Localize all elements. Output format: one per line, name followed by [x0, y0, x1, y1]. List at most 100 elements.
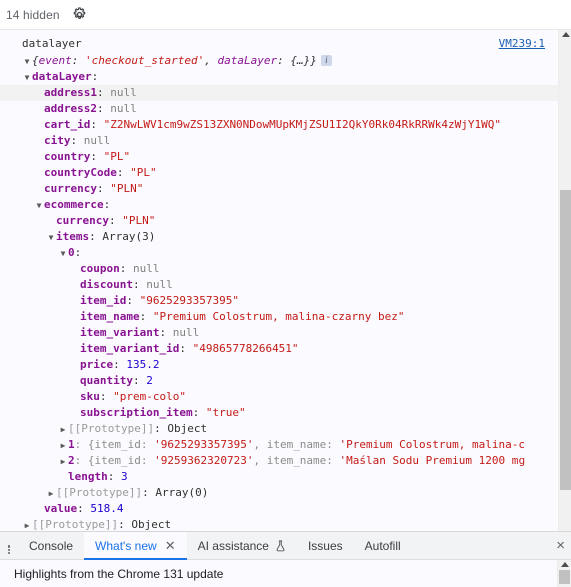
drawer-vertical-scrollbar[interactable] — [557, 560, 571, 587]
console-message: datalayer VM239:1 {event: 'checkout_star… — [0, 30, 571, 531]
object-property-row[interactable]: address2: null — [0, 101, 571, 117]
drawer-tabs: Console What's new ✕ AI assistance Issues Aut… — [18, 532, 412, 560]
property-value[interactable]: Object — [131, 518, 171, 531]
object-property-row[interactable]: [[Prototype]]: Object — [0, 517, 571, 531]
tab-what-s-new[interactable]: What's new ✕ — [84, 532, 187, 560]
chevron-down-icon[interactable] — [22, 53, 32, 70]
tab-issues[interactable]: Issues — [297, 532, 354, 559]
property-value: null — [172, 326, 200, 339]
property-separator: : — [142, 486, 156, 499]
object-property-rows: dataLayer:address1: nulladdress2: nullca… — [0, 69, 571, 437]
chevron-right-icon[interactable] — [58, 438, 68, 454]
object-property-row[interactable]: cart_id: "Z2NwLWV1cm9wZS13ZXN0NDowMUpKMj… — [0, 117, 571, 133]
property-value: 3 — [121, 470, 128, 483]
object-property-row[interactable]: items: Array(3) — [0, 229, 571, 245]
object-property-row[interactable]: address1: null — [0, 85, 571, 101]
object-property-row[interactable]: ecommerce: — [0, 197, 571, 213]
property-separator: : — [70, 134, 84, 147]
devtools-drawer: Console What's new ✕ AI assistance Issues Aut… — [0, 531, 571, 587]
tab-console[interactable]: Console — [18, 532, 84, 559]
object-property-row[interactable]: quantity: 2 — [0, 373, 571, 389]
info-badge-icon[interactable]: i — [320, 55, 332, 66]
object-summary-row[interactable]: {event: 'checkout_started', dataLayer: {… — [0, 52, 571, 69]
object-property-row[interactable]: coupon: null — [0, 261, 571, 277]
property-value: 2 — [146, 374, 153, 387]
drawer-scroll-up-arrow-icon[interactable] — [561, 562, 569, 567]
property-value[interactable]: Array(3) — [102, 230, 155, 243]
property-value[interactable]: Array(0) — [155, 486, 208, 499]
tab-ai-assistance[interactable]: AI assistance — [187, 532, 297, 559]
chevron-right-icon[interactable] — [58, 454, 68, 470]
more-options-icon[interactable] — [0, 532, 18, 559]
chevron-right-icon[interactable] — [22, 518, 32, 531]
summary-datalayer-value[interactable]: {…} — [290, 54, 310, 67]
scrollbar-thumb[interactable] — [560, 190, 571, 490]
tab-autofill[interactable]: Autofill — [354, 532, 412, 559]
object-property-row[interactable]: length: 3 — [0, 469, 571, 485]
chevron-right-icon[interactable] — [58, 422, 68, 438]
close-drawer-button[interactable]: × — [556, 532, 565, 559]
chevron-right-icon[interactable] — [46, 486, 56, 502]
object-property-row[interactable]: item_variant: null — [0, 325, 571, 341]
property-value: "Premium Colostrum, malina-czarny bez" — [152, 310, 405, 323]
object-property-row[interactable]: dataLayer: — [0, 69, 571, 85]
property-separator: : — [96, 102, 111, 115]
property-key: coupon — [80, 262, 120, 275]
summary-datalayer-key: dataLayer — [217, 54, 278, 67]
property-value: "PL" — [130, 166, 157, 179]
chevron-down-icon[interactable] — [58, 246, 68, 262]
object-property-row[interactable]: subscription_item: "true" — [0, 405, 571, 421]
drawer-scrollbar-thumb[interactable] — [559, 570, 570, 584]
property-value[interactable]: Object — [167, 422, 207, 435]
tab-label: AI assistance — [197, 538, 269, 553]
object-property-row[interactable]: currency: "PLN" — [0, 213, 571, 229]
object-tail-rows: length: 3[[Prototype]]: Array(0)value: 5… — [0, 469, 571, 531]
object-property-row[interactable]: price: 135.2 — [0, 357, 571, 373]
chevron-down-icon[interactable] — [34, 198, 44, 214]
object-property-row[interactable]: sku: "prem-colo" — [0, 389, 571, 405]
property-separator: : — [89, 230, 103, 243]
property-key: sku — [80, 390, 100, 403]
object-property-row[interactable]: discount: null — [0, 277, 571, 293]
gear-icon[interactable] — [70, 5, 90, 25]
chevron-down-icon[interactable] — [22, 70, 32, 86]
summary-open-brace: { — [32, 54, 39, 67]
property-key: ecommerce — [44, 198, 104, 211]
property-value: 518.4 — [90, 502, 124, 515]
object-property-row[interactable]: city: null — [0, 133, 571, 149]
property-key: quantity — [80, 374, 133, 387]
array-item-preview-row[interactable]: 1: {item_id: '9625293357395', item_name:… — [0, 437, 571, 453]
property-key: item_variant_id — [80, 342, 180, 355]
object-property-row[interactable]: 0: — [0, 245, 571, 261]
object-property-row[interactable]: currency: "PLN" — [0, 181, 571, 197]
property-value: "49865778266451" — [192, 342, 299, 355]
property-separator: : — [74, 246, 82, 259]
property-value: "PLN" — [110, 182, 144, 195]
object-property-row[interactable]: countryCode: "PL" — [0, 165, 571, 181]
console-output-area[interactable]: datalayer VM239:1 {event: 'checkout_star… — [0, 29, 571, 531]
array-index: 1 — [68, 438, 75, 451]
scroll-up-arrow-icon[interactable] — [562, 32, 570, 37]
more-options-dots — [8, 544, 10, 554]
object-property-row[interactable]: [[Prototype]]: Object — [0, 421, 571, 437]
object-property-row[interactable]: country: "PL" — [0, 149, 571, 165]
hidden-count-label: 14 hidden — [6, 7, 60, 22]
property-value: "Z2NwLWV1cm9wZS13ZXN0NDowMUpKMjZSU1I2QkY… — [103, 118, 501, 131]
property-key: countryCode — [44, 166, 117, 179]
hidden-messages-bar: 14 hidden — [0, 0, 571, 29]
property-key: length — [68, 470, 108, 483]
object-property-row[interactable]: item_name: "Premium Colostrum, malina-cz… — [0, 309, 571, 325]
object-property-row[interactable]: [[Prototype]]: Array(0) — [0, 485, 571, 501]
object-property-row[interactable]: value: 518.4 — [0, 501, 571, 517]
property-separator: : — [126, 294, 140, 307]
flask-icon — [275, 540, 286, 552]
chevron-down-icon[interactable] — [46, 230, 56, 246]
property-separator: : — [90, 118, 104, 131]
tab-close-icon[interactable]: ✕ — [165, 539, 176, 552]
console-vertical-scrollbar[interactable] — [558, 30, 571, 531]
source-link[interactable]: VM239:1 — [499, 35, 545, 52]
object-property-row[interactable]: item_variant_id: "49865778266451" — [0, 341, 571, 357]
property-value: "true" — [205, 406, 246, 419]
array-item-preview-row[interactable]: 2: {item_id: '9259362320723', item_name:… — [0, 453, 571, 469]
object-property-row[interactable]: item_id: "9625293357395" — [0, 293, 571, 309]
